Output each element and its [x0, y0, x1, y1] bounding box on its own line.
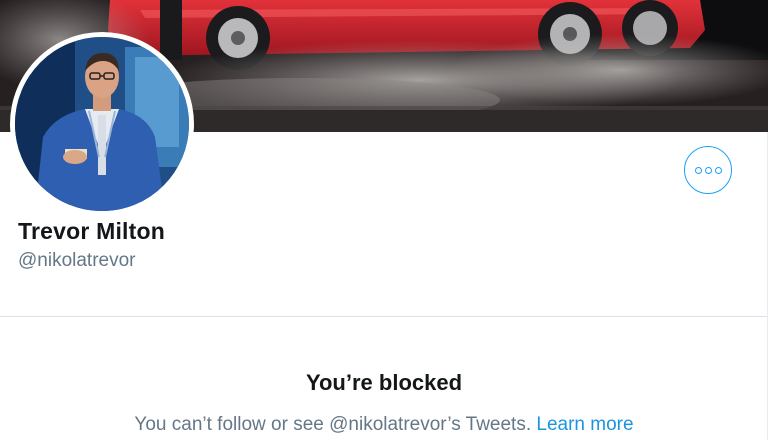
more-horizontal-icon — [694, 166, 722, 174]
more-options-button[interactable] — [684, 146, 732, 194]
profile-handle: @nikolatrevor — [18, 250, 136, 271]
profile-display-name: Trevor Milton — [18, 218, 166, 244]
blocked-message: You can’t follow or see @nikolatrevor’s … — [134, 414, 532, 435]
profile-photo — [15, 37, 189, 211]
profile-page: Trevor Milton @nikolatrevor You’re block… — [0, 0, 768, 440]
blocked-title: You’re blocked — [305, 370, 463, 395]
blocked-message-row: You can’t follow or see @nikolatrevor’s … — [0, 414, 768, 436]
section-divider — [0, 316, 767, 317]
learn-more-link[interactable]: Learn more — [536, 414, 633, 435]
avatar-frame[interactable] — [10, 32, 194, 216]
avatar[interactable] — [15, 37, 189, 211]
